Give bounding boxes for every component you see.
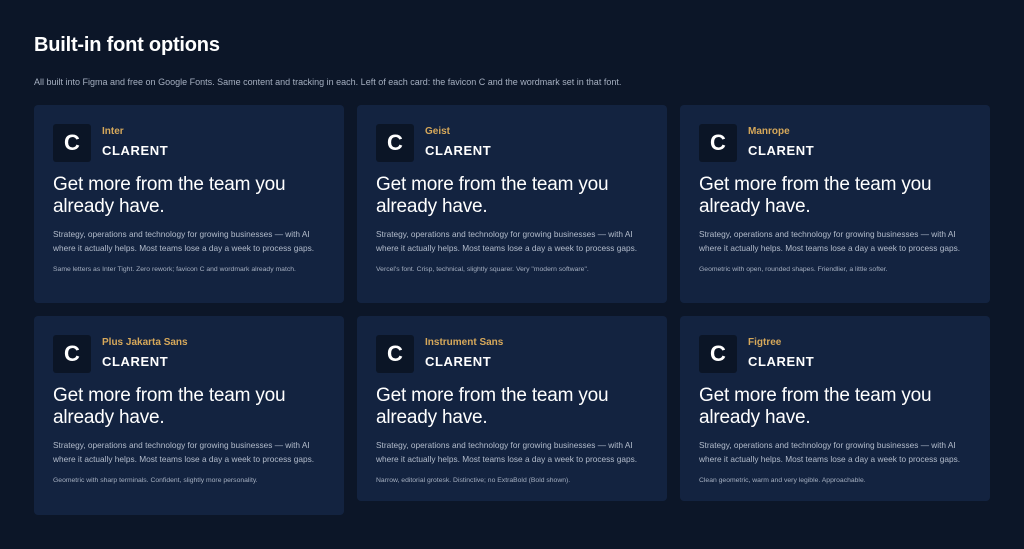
brand-row: C Manrope CLARENT	[699, 123, 971, 162]
font-card-geist: C Geist CLARENT Get more from the team y…	[357, 105, 667, 303]
favicon-c-icon: C	[53, 334, 91, 373]
card-headline: Get more from the team you already have.	[53, 174, 286, 217]
font-name: Instrument Sans	[425, 336, 504, 348]
font-name: Geist	[425, 125, 451, 137]
card-body: Strategy, operations and technology for …	[53, 229, 315, 253]
card-note: Vercel's font. Crisp, technical, slightl…	[376, 266, 589, 273]
font-name: Figtree	[748, 336, 782, 348]
font-card-inter: C Inter CLARENT Get more from the team y…	[34, 105, 344, 303]
font-name: Inter	[102, 125, 124, 137]
font-card-grid: C Inter CLARENT Get more from the team y…	[34, 105, 990, 515]
brand-row: C Inter CLARENT	[53, 123, 325, 162]
card-headline: Get more from the team you already have.	[699, 385, 932, 428]
card-note: Narrow, editorial grotesk. Distinctive; …	[376, 477, 571, 484]
page-title: Built-in font options	[34, 34, 220, 56]
brand-text: Figtree CLARENT	[748, 336, 815, 370]
brand-row: C Instrument Sans CLARENT	[376, 334, 648, 373]
brand-row: C Geist CLARENT	[376, 123, 648, 162]
card-body: Strategy, operations and technology for …	[53, 440, 315, 464]
card-note: Same letters as Inter Tight. Zero rework…	[53, 266, 296, 273]
brand-text: Inter CLARENT	[102, 125, 169, 159]
wordmark: CLARENT	[425, 353, 492, 369]
wordmark: CLARENT	[425, 142, 492, 158]
font-options-page: Built-in font options All built into Fig…	[0, 0, 1024, 549]
brand-row: C Plus Jakarta Sans CLARENT	[53, 334, 325, 373]
card-note: Geometric with sharp terminals. Confiden…	[53, 477, 258, 484]
font-card-instrument-sans: C Instrument Sans CLARENT Get more from …	[357, 316, 667, 501]
brand-text: Instrument Sans CLARENT	[425, 336, 504, 370]
card-body: Strategy, operations and technology for …	[699, 440, 961, 464]
card-headline: Get more from the team you already have.	[699, 174, 932, 217]
card-headline: Get more from the team you already have.	[376, 174, 609, 217]
card-headline: Get more from the team you already have.	[53, 385, 286, 428]
favicon-c-icon: C	[376, 334, 414, 373]
brand-text: Manrope CLARENT	[748, 125, 815, 159]
page-subtitle: All built into Figma and free on Google …	[34, 77, 622, 87]
brand-text: Geist CLARENT	[425, 125, 492, 159]
font-card-manrope: C Manrope CLARENT Get more from the team…	[680, 105, 990, 303]
wordmark: CLARENT	[102, 142, 169, 158]
favicon-c-icon: C	[376, 123, 414, 162]
brand-row: C Figtree CLARENT	[699, 334, 971, 373]
wordmark: CLARENT	[748, 142, 815, 158]
favicon-c-icon: C	[699, 123, 737, 162]
font-card-figtree: C Figtree CLARENT Get more from the team…	[680, 316, 990, 501]
card-note: Clean geometric, warm and very legible. …	[699, 477, 866, 484]
card-headline: Get more from the team you already have.	[376, 385, 609, 428]
wordmark: CLARENT	[748, 353, 815, 369]
card-body: Strategy, operations and technology for …	[699, 229, 961, 253]
card-body: Strategy, operations and technology for …	[376, 229, 638, 253]
card-note: Geometric with open, rounded shapes. Fri…	[699, 266, 888, 273]
favicon-c-icon: C	[53, 123, 91, 162]
card-body: Strategy, operations and technology for …	[376, 440, 638, 464]
wordmark: CLARENT	[102, 353, 169, 369]
font-name: Manrope	[748, 125, 790, 137]
font-name: Plus Jakarta Sans	[102, 336, 188, 348]
font-card-plus-jakarta-sans: C Plus Jakarta Sans CLARENT Get more fro…	[34, 316, 344, 515]
brand-text: Plus Jakarta Sans CLARENT	[102, 336, 188, 370]
favicon-c-icon: C	[699, 334, 737, 373]
